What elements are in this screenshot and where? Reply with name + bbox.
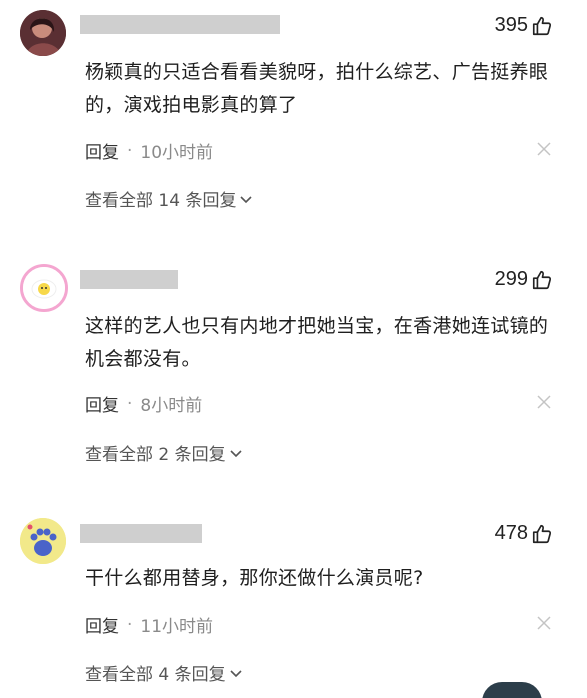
thumbs-up-icon (532, 270, 552, 289)
comment-meta: 回复 · 11小时前 (85, 612, 214, 638)
view-replies-button[interactable]: 查看全部 2 条回复 (85, 440, 242, 465)
close-icon[interactable] (537, 616, 551, 630)
chevron-down-icon (240, 195, 253, 203)
timestamp: 8小时前 (140, 396, 203, 416)
view-replies-label: 查看全部 4 条回复 (85, 665, 226, 685)
thumbs-up-icon (532, 16, 552, 35)
username-redacted (80, 15, 280, 34)
like-count: 395 (494, 14, 528, 36)
view-replies-button[interactable]: 查看全部 14 条回复 (85, 186, 253, 211)
like-count: 299 (494, 268, 528, 290)
separator-dot: · (127, 393, 133, 414)
chevron-down-icon (230, 449, 242, 457)
reply-button[interactable]: 回复 (85, 391, 119, 416)
avatar[interactable] (20, 10, 66, 56)
timestamp: 11小时前 (140, 617, 214, 637)
close-icon[interactable] (537, 142, 551, 156)
separator-dot: · (127, 614, 133, 635)
comment-meta: 回复 · 10小时前 (85, 138, 214, 164)
username-redacted (80, 524, 202, 543)
close-icon[interactable] (537, 395, 551, 409)
floating-action-button[interactable] (482, 682, 542, 698)
like-button[interactable]: 299 (495, 268, 553, 291)
chevron-down-icon (230, 669, 242, 677)
reply-button[interactable]: 回复 (85, 612, 119, 637)
like-button[interactable]: 478 (495, 522, 553, 545)
avatar[interactable] (20, 518, 66, 564)
like-count: 478 (494, 522, 528, 544)
comment-meta: 回复 · 8小时前 (85, 391, 203, 417)
thumbs-up-icon (532, 524, 552, 543)
separator-dot: · (127, 140, 133, 161)
avatar[interactable] (20, 264, 68, 312)
comment-text: 杨颖真的只适合看看美貌呀，拍什么综艺、广告挺养眼的，演戏拍电影真的算了 (85, 61, 549, 116)
username-redacted (80, 270, 178, 289)
like-button[interactable]: 395 (495, 14, 553, 37)
timestamp: 10小时前 (140, 143, 214, 163)
view-replies-label: 查看全部 2 条回复 (85, 445, 226, 465)
comment-list: 395 杨颖真的只适合看看美貌呀，拍什么综艺、广告挺养眼的，演戏拍电影真的算了 … (0, 0, 587, 698)
view-replies-label: 查看全部 14 条回复 (85, 191, 237, 211)
view-replies-button[interactable]: 查看全部 4 条回复 (85, 660, 242, 685)
comment-text: 这样的艺人也只有内地才把她当宝，在香港她连试镜的机会都没有。 (85, 315, 549, 370)
comment-text: 干什么都用替身，那你还做什么演员呢? (85, 567, 424, 589)
reply-button[interactable]: 回复 (85, 138, 119, 163)
